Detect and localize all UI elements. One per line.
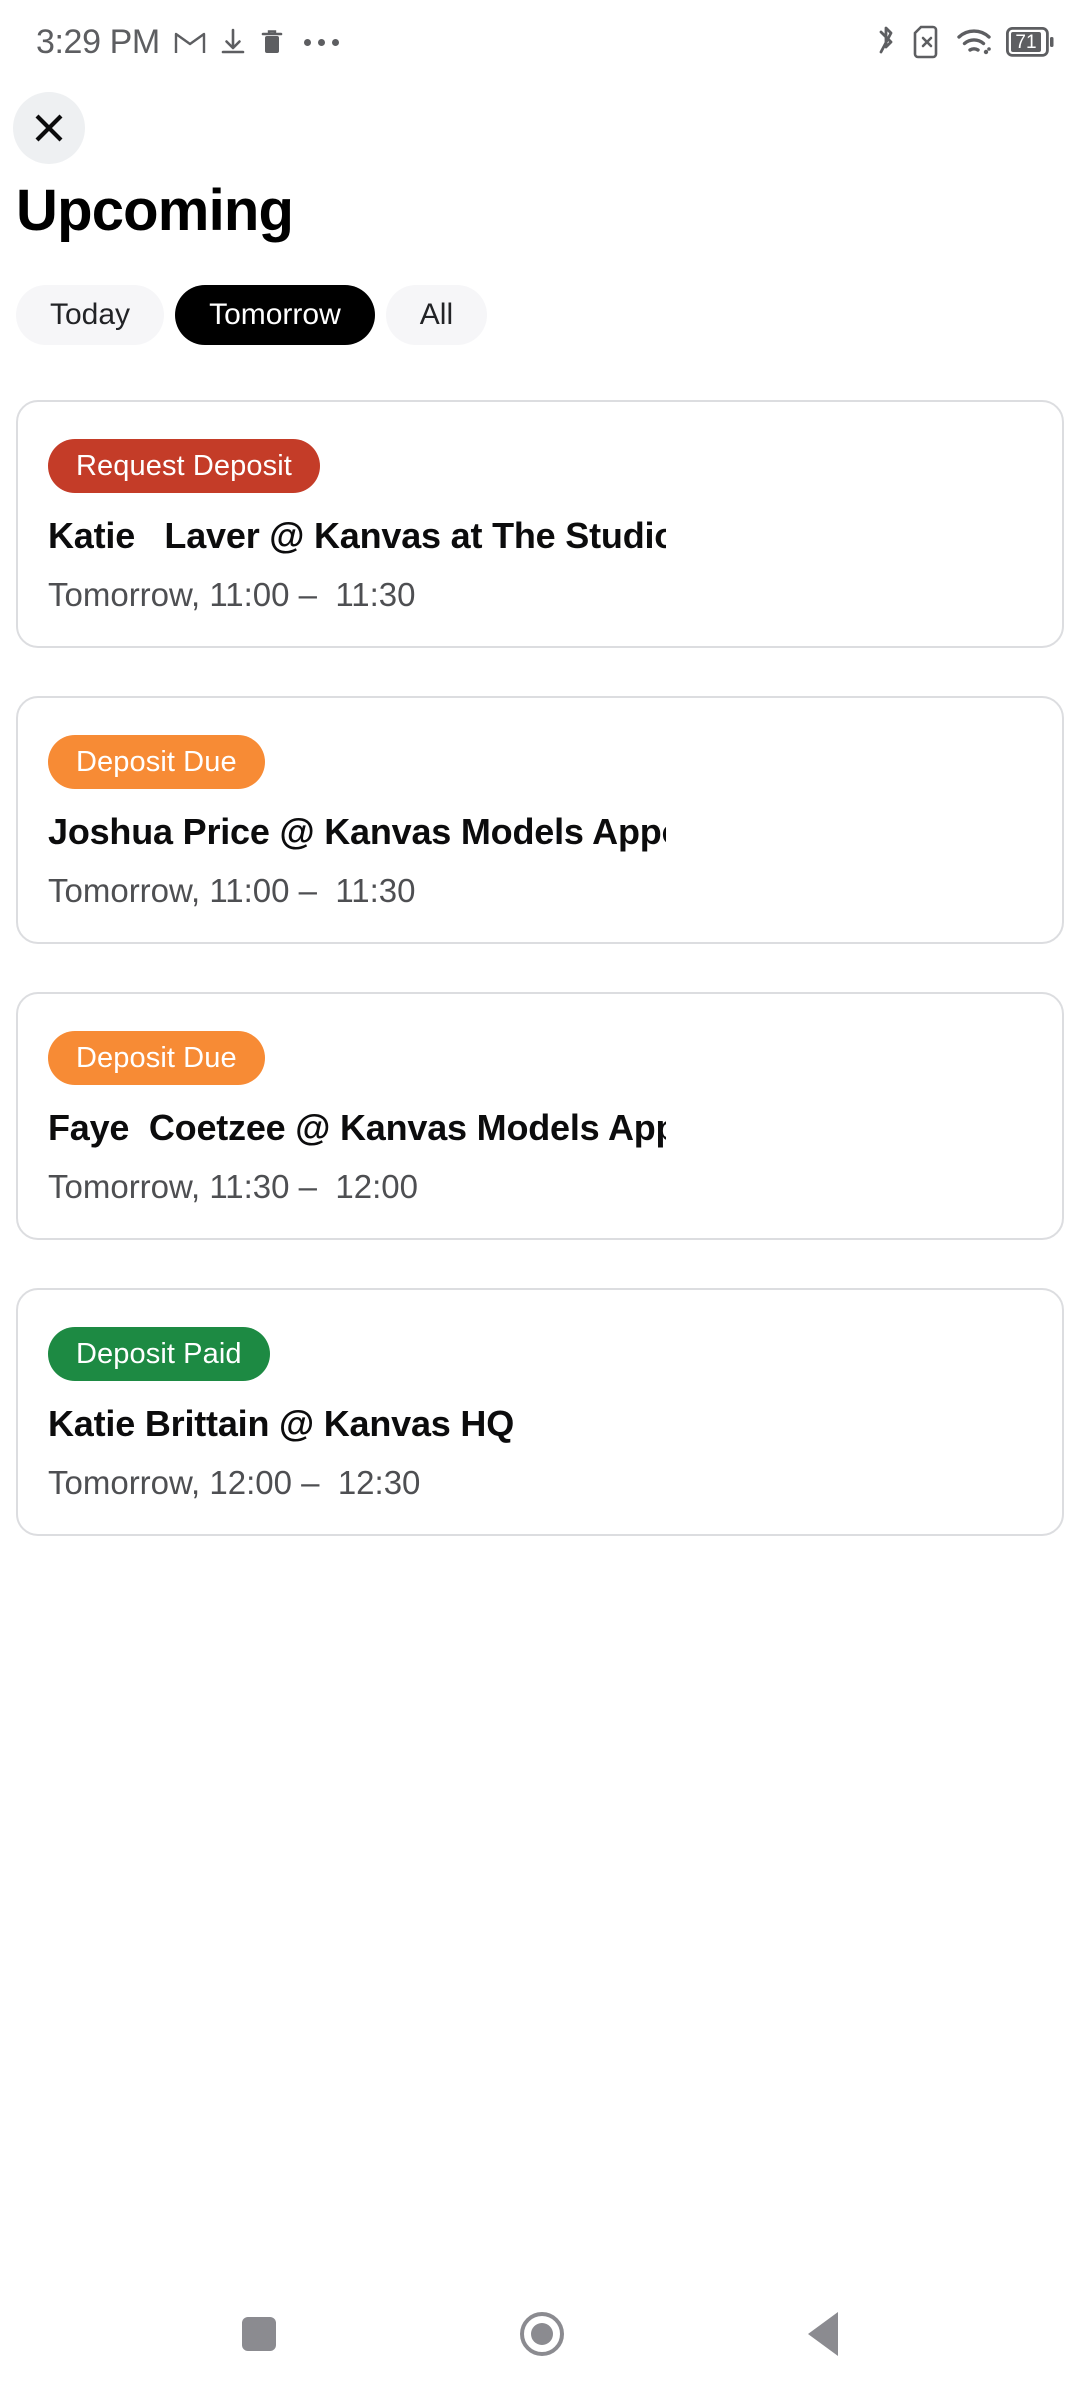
status-badge: Deposit Paid [48,1327,270,1381]
status-bar-right: 71 [874,25,1054,59]
filter-chip-tomorrow[interactable]: Tomorrow [175,285,375,345]
trash-icon [261,30,283,53]
appointment-card[interactable]: Request Deposit Katie Laver @ Kanvas at … [16,400,1064,648]
circle-icon [520,2312,564,2356]
wifi-icon [957,29,991,55]
status-badge: Deposit Due [48,735,265,789]
appointment-title: Joshua Price @ Kanvas Models Appointme… [48,811,666,852]
download-icon [221,28,245,54]
status-bar-left: 3:29 PM [36,23,874,62]
bluetooth-icon [879,26,893,54]
app-screen: 3:29 PM 71 Upcoming Today Tomorrow All R… [0,0,1080,2400]
square-icon [242,2317,276,2351]
battery-icon: 71 [1006,27,1054,57]
appointment-time: Tomorrow, 11:30 – 12:00 [48,1168,418,1206]
filter-chip-today[interactable]: Today [16,285,165,345]
appointment-time: Tomorrow, 11:00 – 11:30 [48,576,416,614]
appointment-title: Katie Laver @ Kanvas at The Studio - Har… [48,515,666,556]
overflow-dots-icon [303,38,339,46]
status-bar: 3:29 PM 71 [0,0,1080,84]
page-title: Upcoming [16,178,294,243]
close-icon [35,114,63,142]
status-badge: Request Deposit [48,439,320,493]
back-button[interactable] [808,2312,838,2356]
appointment-card[interactable]: Deposit Due Faye Coetzee @ Kanvas Models… [16,992,1064,1240]
home-button[interactable] [520,2312,564,2356]
filter-chip-all[interactable]: All [385,285,488,345]
appointment-card[interactable]: Deposit Due Joshua Price @ Kanvas Models… [16,696,1064,944]
gmail-icon [174,32,206,53]
status-badge: Deposit Due [48,1031,265,1085]
appointment-title: Faye Coetzee @ Kanvas Models Appointm… [48,1107,666,1148]
appointment-time: Tomorrow, 12:00 – 12:30 [48,1464,421,1502]
appointment-list[interactable]: Request Deposit Katie Laver @ Kanvas at … [0,400,1080,2268]
appointment-card[interactable]: Deposit Paid Katie Brittain @ Kanvas HQ … [16,1288,1064,1536]
status-bar-clock: 3:29 PM [36,22,160,61]
triangle-left-icon [808,2312,838,2356]
appointment-time: Tomorrow, 11:00 – 11:30 [48,872,416,910]
system-nav-bar [0,2268,1080,2400]
appointment-title: Katie Brittain @ Kanvas HQ [48,1403,515,1444]
filter-chip-group: Today Tomorrow All [16,285,488,345]
recents-button[interactable] [242,2317,276,2351]
sim-disabled-icon [913,25,938,59]
battery-level-text: 71 [1015,31,1037,53]
close-button[interactable] [13,92,85,164]
